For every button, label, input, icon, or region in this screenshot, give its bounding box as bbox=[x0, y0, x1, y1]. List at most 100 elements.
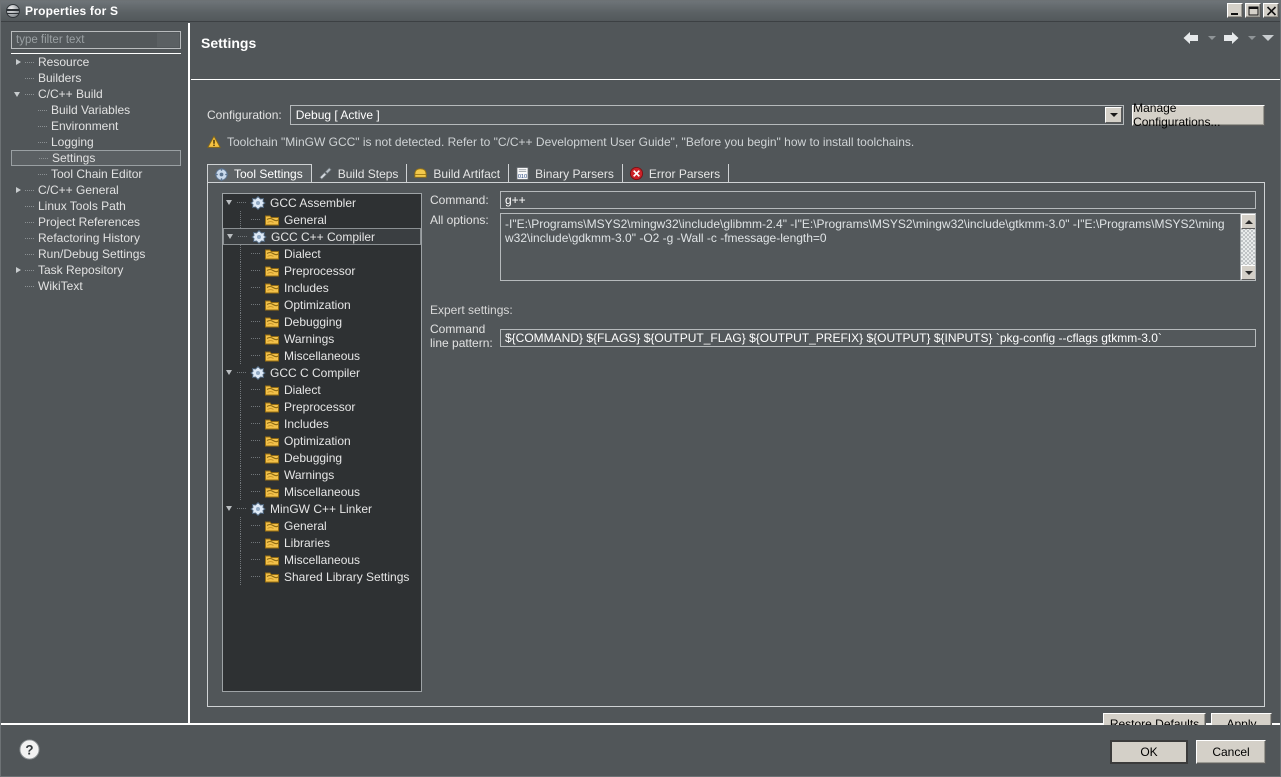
sidebar-item-settings[interactable]: Settings bbox=[11, 150, 181, 166]
cancel-button[interactable]: Cancel bbox=[1196, 740, 1266, 764]
page-navigation-toolbar bbox=[1182, 31, 1274, 45]
twisty-open-icon[interactable] bbox=[223, 364, 237, 381]
sidebar-item-build-variables[interactable]: Build Variables bbox=[11, 102, 181, 118]
tool-tree-item-dialect[interactable]: Dialect bbox=[223, 245, 421, 262]
forward-arrow-icon[interactable] bbox=[1222, 31, 1240, 45]
sidebar-item-project-references[interactable]: Project References bbox=[11, 214, 181, 230]
tool-tree-item-miscellaneous[interactable]: Miscellaneous bbox=[223, 347, 421, 364]
tool-tree-item-shared-library-settings[interactable]: Shared Library Settings bbox=[223, 568, 421, 585]
tool-tree-item-dialect[interactable]: Dialect bbox=[223, 381, 421, 398]
tool-tree-item-includes[interactable]: Includes bbox=[223, 415, 421, 432]
tab-error-parsers[interactable]: Error Parsers bbox=[623, 164, 730, 183]
tool-tree-item-preprocessor[interactable]: Preprocessor bbox=[223, 398, 421, 415]
tool-tree-item-debugging[interactable]: Debugging bbox=[223, 313, 421, 330]
back-history-caret-icon[interactable] bbox=[1208, 36, 1216, 40]
sidebar-item-wikitext[interactable]: WikiText bbox=[11, 278, 181, 294]
twisty-open-icon[interactable] bbox=[224, 228, 238, 245]
tree-connector bbox=[251, 551, 264, 568]
tool-tree-item-gcc-c-compiler[interactable]: GCC C Compiler bbox=[223, 364, 421, 381]
tool-tree-item-warnings[interactable]: Warnings bbox=[223, 466, 421, 483]
folder-icon bbox=[265, 300, 279, 310]
tool-tree-item-preprocessor[interactable]: Preprocessor bbox=[223, 262, 421, 279]
tool-chain-tree[interactable]: GCC Assembler General GCC C++ Compiler Dial… bbox=[222, 193, 422, 692]
sidebar-item-label: Build Variables bbox=[51, 103, 131, 117]
sidebar-item-refactoring-history[interactable]: Refactoring History bbox=[11, 230, 181, 246]
tool-tree-item-optimization[interactable]: Optimization bbox=[223, 432, 421, 449]
tool-tree-item-gcc-assembler[interactable]: GCC Assembler bbox=[223, 194, 421, 211]
sidebar-item-environment[interactable]: Environment bbox=[11, 118, 181, 134]
tree-indent-line bbox=[240, 568, 241, 585]
configuration-combobox[interactable]: Debug [ Active ] bbox=[289, 105, 1125, 125]
tree-connector bbox=[251, 534, 264, 551]
sidebar-item-logging[interactable]: Logging bbox=[11, 134, 181, 150]
sidebar-item-c-c-build[interactable]: C/C++ Build bbox=[11, 86, 181, 102]
tree-indent-line bbox=[240, 279, 241, 296]
sidebar-item-resource[interactable]: Resource bbox=[11, 54, 181, 70]
chevron-down-icon[interactable] bbox=[1105, 107, 1123, 123]
folder-icon bbox=[265, 334, 279, 344]
sidebar-item-run-debug-settings[interactable]: Run/Debug Settings bbox=[11, 246, 181, 262]
twisty-open-icon[interactable] bbox=[13, 89, 24, 100]
pane-divider-vertical[interactable] bbox=[188, 23, 190, 723]
tool-tree-item-includes[interactable]: Includes bbox=[223, 279, 421, 296]
tool-tree-item-label: Debugging bbox=[284, 314, 343, 329]
sidebar-item-builders[interactable]: Builders bbox=[11, 70, 181, 86]
tool-tree-item-mingw-c-linker[interactable]: MinGW C++ Linker bbox=[223, 500, 421, 517]
sidebar-item-tool-chain-editor[interactable]: Tool Chain Editor bbox=[11, 166, 181, 182]
tool-tree-item-libraries[interactable]: Libraries bbox=[223, 534, 421, 551]
maximize-button[interactable] bbox=[1245, 3, 1261, 18]
sidebar-item-label: Task Repository bbox=[38, 263, 124, 277]
window-titlebar: Properties for S bbox=[1, 1, 1280, 22]
manage-configurations-button[interactable]: Manage Configurations... bbox=[1132, 101, 1265, 129]
minimize-button[interactable] bbox=[1227, 3, 1243, 18]
tree-indent-line bbox=[240, 534, 241, 551]
command-input[interactable]: g++ bbox=[500, 191, 1256, 209]
twisty-closed-icon[interactable] bbox=[13, 185, 24, 196]
tool-tree-item-label: Preprocessor bbox=[284, 263, 356, 278]
close-button[interactable] bbox=[1263, 3, 1279, 18]
ok-button[interactable]: OK bbox=[1110, 740, 1188, 764]
forward-history-caret-icon[interactable] bbox=[1248, 36, 1256, 40]
all-options-scrollbar[interactable] bbox=[1240, 214, 1255, 280]
tab-label: Build Artifact bbox=[433, 166, 501, 181]
tab-tool-settings[interactable]: Tool Settings bbox=[207, 164, 312, 183]
tool-tree-item-gcc-c-compiler[interactable]: GCC C++ Compiler bbox=[223, 228, 421, 245]
tab-binary-parsers[interactable]: 010 Binary Parsers bbox=[509, 164, 623, 183]
configuration-label: Configuration: bbox=[207, 108, 282, 122]
filter-placeholder: type filter text bbox=[16, 34, 85, 46]
svg-text:010: 010 bbox=[518, 174, 527, 180]
help-question-icon[interactable]: ? bbox=[19, 739, 40, 760]
tab-build-steps[interactable]: Build Steps bbox=[312, 164, 408, 183]
toolchain-warning-text: Toolchain "MinGW GCC" is not detected. R… bbox=[227, 135, 915, 149]
twisty-open-icon[interactable] bbox=[223, 194, 237, 211]
sidebar-item-c-c-general[interactable]: C/C++ General bbox=[11, 182, 181, 198]
folder-icon bbox=[265, 436, 279, 446]
filter-input[interactable]: type filter text bbox=[11, 31, 181, 49]
tree-indent-line bbox=[240, 398, 241, 415]
twisty-open-icon[interactable] bbox=[223, 500, 237, 517]
back-arrow-icon[interactable] bbox=[1182, 31, 1200, 45]
tool-icon bbox=[250, 195, 266, 210]
tool-tree-item-miscellaneous[interactable]: Miscellaneous bbox=[223, 551, 421, 568]
sidebar-item-linux-tools-path[interactable]: Linux Tools Path bbox=[11, 198, 181, 214]
tool-tree-item-general[interactable]: General bbox=[223, 211, 421, 228]
tool-tree-item-optimization[interactable]: Optimization bbox=[223, 296, 421, 313]
scroll-up-icon[interactable] bbox=[1241, 214, 1255, 229]
tool-tree-item-general[interactable]: General bbox=[223, 517, 421, 534]
view-menu-caret-icon[interactable] bbox=[1262, 35, 1274, 41]
settings-category-tree[interactable]: Resource Builders C/C++ Build Build Variabl… bbox=[11, 53, 181, 715]
tab-build-artifact[interactable]: Build Artifact bbox=[407, 164, 510, 183]
tool-tree-item-miscellaneous[interactable]: Miscellaneous bbox=[223, 483, 421, 500]
tool-tree-item-debugging[interactable]: Debugging bbox=[223, 449, 421, 466]
scroll-down-icon[interactable] bbox=[1241, 265, 1255, 280]
twisty-closed-icon[interactable] bbox=[13, 57, 24, 68]
folder-icon bbox=[265, 385, 279, 395]
tree-indent-guide bbox=[237, 313, 251, 330]
twisty-closed-icon[interactable] bbox=[13, 265, 24, 276]
command-line-pattern-input[interactable]: ${COMMAND} ${FLAGS} ${OUTPUT_FLAG} ${OUT… bbox=[500, 329, 1256, 347]
tree-connector bbox=[24, 246, 37, 262]
sidebar-item-task-repository[interactable]: Task Repository bbox=[11, 262, 181, 278]
tool-tree-item-warnings[interactable]: Warnings bbox=[223, 330, 421, 347]
all-options-textarea[interactable]: -I"E:\Programs\MSYS2\mingw32\include\gli… bbox=[500, 213, 1256, 281]
